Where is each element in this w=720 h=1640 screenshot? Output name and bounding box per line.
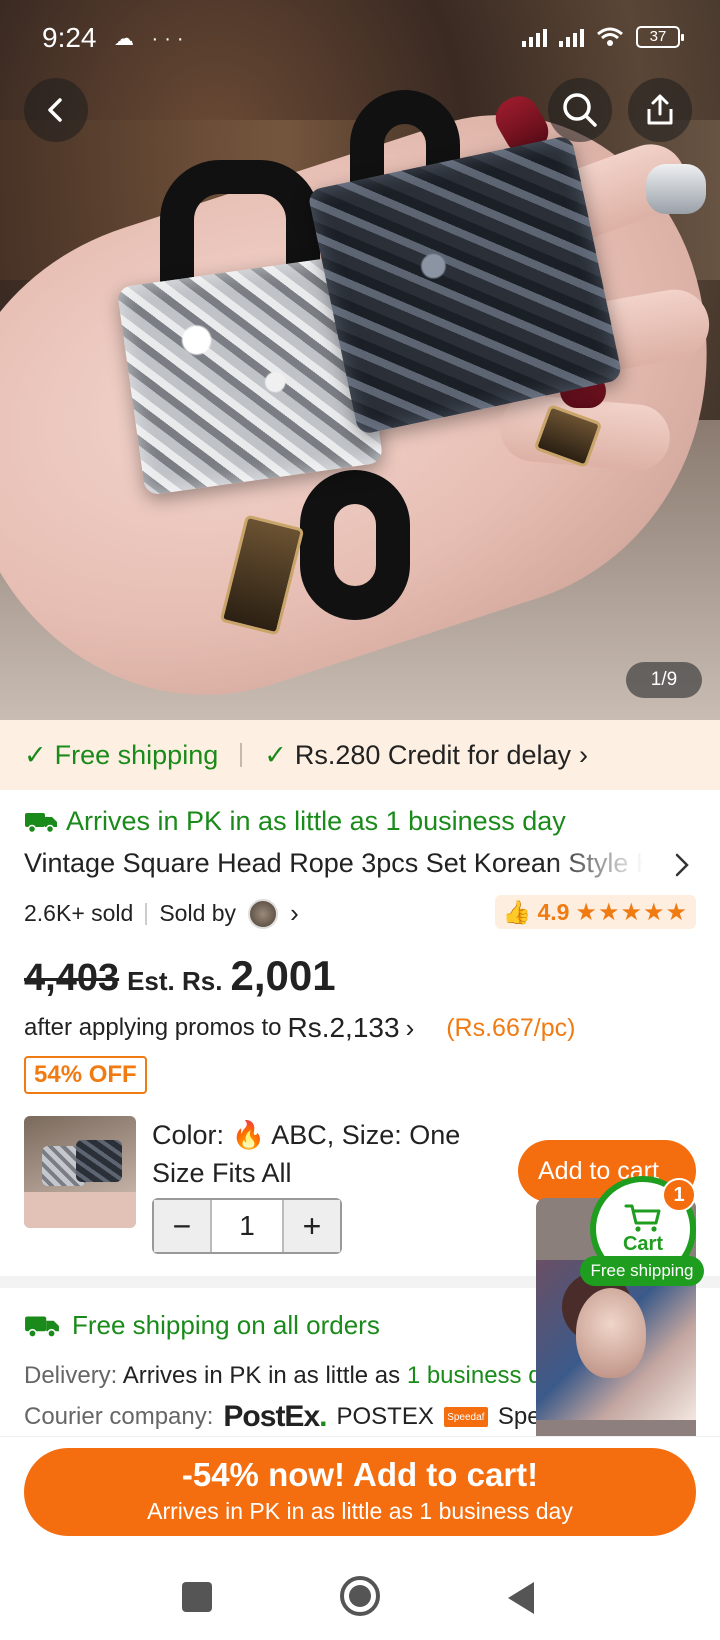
arrival-text: Arrives in PK in as little as 1 business… [66,806,566,836]
share-button[interactable] [628,78,692,142]
delivery-text: Arrives in PK in as little as [122,1362,401,1389]
cart-count-badge: 1 [662,1178,696,1212]
promo-row[interactable]: after applying promos to Rs.2,133 › (Rs.… [24,1012,575,1044]
quantity-stepper[interactable]: − 1 + [152,1198,342,1254]
truck-icon [25,812,57,833]
cta-line2: Arrives in PK in as little as 1 business… [147,1498,573,1524]
original-price: 4,403 [24,957,120,999]
hair-tie-band [300,470,410,620]
chevron-right-icon[interactable]: › [290,898,299,929]
check-icon: ✓ [264,739,287,770]
status-time: 9:24 [42,22,97,53]
image-pager: 1/9 [626,662,702,698]
sold-count: 2.6K+ sold [24,900,134,926]
thumbs-up-icon: 👍 [502,898,532,925]
sold-row: 2.6K+ sold Sold by › [24,898,299,929]
promo-amount: Rs.2,133 [287,1012,400,1043]
truck-icon [25,1315,59,1338]
thumb-hand [24,1192,136,1228]
courier-row: Courier company: PostEx. POSTEX Speedaf … [24,1400,587,1434]
discount-badge: 54% OFF [24,1056,147,1094]
back-button[interactable] [24,78,88,142]
free-shipping-all-orders[interactable]: Free shipping on all orders [24,1310,380,1341]
search-button[interactable] [548,78,612,142]
divider [240,743,243,767]
cart-free-shipping-tag: Free shipping [580,1256,704,1286]
home-button[interactable] [340,1576,380,1616]
cart-label: Cart [622,1232,663,1255]
seller-avatar[interactable] [248,898,279,929]
rating-badge[interactable]: 👍 4.9 ★★★★★ [494,895,696,929]
quantity-value[interactable]: 1 [210,1200,284,1252]
chevron-left-icon [48,98,62,122]
check-icon: ✓ [24,739,47,770]
increase-button[interactable]: + [284,1200,340,1252]
rating-stars: ★★★★★ [575,898,688,926]
share-icon [647,94,673,125]
recents-button[interactable] [182,1582,212,1612]
free-shipping-badge: ✓ Free shipping [24,740,218,771]
free-shipping-all-label: Free shipping on all orders [72,1310,380,1340]
status-bar: 9:24 ☁ ··· 37 [0,0,720,76]
per-piece-price: (Rs.667/pc) [446,1013,576,1042]
notification-icons: ☁ ··· [114,28,190,50]
rating-value: 4.9 [537,898,570,925]
back-nav-button[interactable] [508,1582,534,1614]
flame-icon: 🔥 [231,1120,266,1150]
chevron-right-icon[interactable] [674,852,690,878]
shipping-strip[interactable]: ✓ Free shipping ✓ Rs.280 Credit for dela… [0,720,720,790]
signal-icon [522,27,547,47]
speedaf-logo: Speedaf [443,1407,488,1427]
sold-by-label: Sold by [159,900,237,926]
credit-badge[interactable]: ✓ Rs.280 Credit for delay › [264,740,588,771]
promo-text: after applying promos to [24,1014,282,1041]
chevron-right-icon: › [405,1012,415,1043]
product-title[interactable]: Vintage Square Head Rope 3pcs Set Korean… [24,848,644,879]
delivery-label: Delivery: [24,1362,118,1389]
sale-price: 2,001 [230,952,336,999]
free-shipping-label: Free shipping [54,739,219,770]
credit-label: Rs.280 Credit for delay [294,739,571,770]
postex-logo: PostEx. [223,1400,327,1433]
cta-line1: -54% now! Add to cart! [181,1456,539,1493]
chevron-right-icon: › [579,739,588,770]
courier-label: Courier company: [24,1403,214,1430]
search-icon [563,93,597,127]
signal-icon [559,27,584,47]
courier-name: POSTEX [336,1403,434,1430]
variant-thumbnail[interactable] [24,1116,136,1228]
decrease-button[interactable]: − [154,1200,210,1252]
wifi-icon [597,27,623,46]
delivery-row: Delivery: Arrives in PK in as little as … [24,1362,567,1390]
color-label: Color: [152,1120,225,1150]
add-to-cart-cta[interactable]: -54% now! Add to cart! Arrives in PK in … [24,1448,696,1536]
price-row: 4,403 Est. Rs. 2,001 [24,952,336,1000]
nail [646,164,706,214]
cart-icon [624,1204,661,1232]
divider [145,902,148,925]
battery-icon: 37 [636,26,684,48]
variant-selection[interactable]: Color: 🔥 ABC, Size: One Size Fits All [152,1116,492,1192]
video-face [576,1288,646,1378]
status-right: 37 [522,26,684,48]
est-label: Est. Rs. [127,966,223,996]
product-image[interactable]: 1/9 [0,0,720,720]
thumb-gem [76,1140,122,1182]
arrival-info: Arrives in PK in as little as 1 business… [24,806,566,837]
